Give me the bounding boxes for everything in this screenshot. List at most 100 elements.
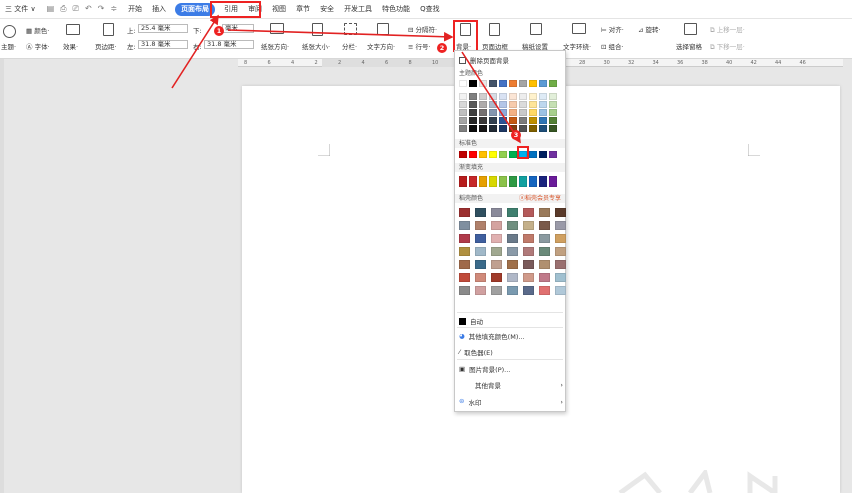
shell-color-swatch[interactable] — [555, 208, 566, 217]
theme-shade-swatch[interactable] — [499, 125, 507, 132]
other-background-item[interactable]: 其他背景 › — [459, 380, 563, 390]
gradient-swatch[interactable] — [479, 176, 487, 187]
shell-color-swatch[interactable] — [507, 260, 518, 269]
theme-shade-swatch[interactable] — [479, 117, 487, 124]
shell-color-swatch[interactable] — [507, 273, 518, 282]
search-box[interactable]: Q查找 — [415, 0, 445, 19]
standard-color-swatch[interactable] — [549, 151, 557, 158]
eyedropper-item[interactable]: ⁄ 取色器(E) — [459, 347, 493, 357]
margins-icon[interactable] — [103, 23, 114, 36]
theme-shade-swatch[interactable] — [539, 125, 547, 132]
theme-shade-swatch[interactable] — [479, 101, 487, 108]
gradient-swatch[interactable] — [489, 176, 497, 187]
theme-shade-swatch[interactable] — [499, 109, 507, 116]
theme-shade-swatch[interactable] — [509, 117, 517, 124]
redo-icon[interactable]: ↷ — [98, 4, 105, 14]
paper-size-icon[interactable] — [312, 23, 323, 36]
shell-color-swatch[interactable] — [523, 221, 534, 230]
tab-home[interactable]: 开始 — [123, 0, 147, 19]
selection-pane-button[interactable]: 选择窗格 — [676, 41, 702, 51]
shell-color-swatch[interactable] — [539, 221, 550, 230]
margins-button[interactable]: 页边距· — [95, 41, 117, 51]
shell-color-swatch[interactable] — [475, 247, 486, 256]
gradient-swatch[interactable] — [519, 176, 527, 187]
shell-color-swatch[interactable] — [523, 247, 534, 256]
theme-shade-swatch[interactable] — [539, 117, 547, 124]
theme-shade-swatch[interactable] — [459, 125, 467, 132]
more-icon[interactable]: ≑ — [110, 4, 117, 14]
theme-shade-swatch[interactable] — [499, 117, 507, 124]
shell-color-swatch[interactable] — [475, 260, 486, 269]
shell-color-swatch[interactable] — [507, 286, 518, 295]
colors-button[interactable]: ▦ 颜色· — [26, 25, 49, 35]
shell-color-swatch[interactable] — [491, 234, 502, 243]
shell-color-swatch[interactable] — [539, 234, 550, 243]
theme-shade-swatch[interactable] — [479, 93, 487, 100]
shell-color-swatch[interactable] — [555, 234, 566, 243]
theme-shade-swatch[interactable] — [489, 109, 497, 116]
fonts-button[interactable]: Ⓐ 字体· — [26, 41, 50, 51]
shell-color-swatch[interactable] — [539, 273, 550, 282]
theme-shade-swatch[interactable] — [509, 101, 517, 108]
standard-color-swatch[interactable] — [539, 151, 547, 158]
theme-shade-swatch[interactable] — [539, 93, 547, 100]
theme-shade-swatch[interactable] — [469, 125, 477, 132]
theme-shade-swatch[interactable] — [529, 125, 537, 132]
group-button[interactable]: ⊡ 组合· — [601, 41, 624, 51]
rotate-button[interactable]: ⊿ 旋转· — [638, 24, 661, 34]
theme-shade-swatch[interactable] — [519, 109, 527, 116]
line-numbers-button[interactable]: ≡ 行号· — [408, 41, 431, 51]
theme-shade-swatch[interactable] — [519, 101, 527, 108]
shell-color-swatch[interactable] — [539, 247, 550, 256]
shell-color-swatch[interactable] — [459, 234, 470, 243]
shell-color-swatch[interactable] — [523, 286, 534, 295]
columns-button[interactable]: 分栏· — [342, 41, 357, 51]
shell-color-swatch[interactable] — [523, 208, 534, 217]
shell-color-swatch[interactable] — [507, 234, 518, 243]
shell-color-swatch[interactable] — [491, 273, 502, 282]
theme-shade-swatch[interactable] — [489, 125, 497, 132]
remove-background-item[interactable]: 删除页面背景 — [459, 55, 509, 65]
shell-color-swatch[interactable] — [555, 247, 566, 256]
theme-shade-swatch[interactable] — [489, 93, 497, 100]
theme-color-swatch[interactable] — [489, 80, 497, 87]
effects-icon[interactable] — [66, 24, 80, 35]
theme-icon[interactable] — [3, 25, 16, 38]
shell-color-swatch[interactable] — [523, 260, 534, 269]
gradient-swatch[interactable] — [499, 176, 507, 187]
theme-shade-swatch[interactable] — [479, 109, 487, 116]
align-button[interactable]: ⊨ 对齐· — [601, 24, 624, 34]
shell-color-swatch[interactable] — [459, 247, 470, 256]
theme-shade-swatch[interactable] — [549, 109, 557, 116]
send-backward-button[interactable]: ⧉ 下移一层· — [710, 41, 745, 52]
shell-color-swatch[interactable] — [491, 260, 502, 269]
columns-icon[interactable] — [344, 23, 357, 35]
shell-color-swatch[interactable] — [507, 221, 518, 230]
shell-color-swatch[interactable] — [539, 260, 550, 269]
theme-shade-swatch[interactable] — [489, 117, 497, 124]
gradient-swatch[interactable] — [529, 176, 537, 187]
theme-shade-swatch[interactable] — [529, 109, 537, 116]
selection-pane-icon[interactable] — [684, 23, 697, 35]
tab-view[interactable]: 视图 — [267, 0, 291, 19]
shell-color-swatch[interactable] — [459, 286, 470, 295]
file-menu[interactable]: 三 文件 ∨ — [0, 0, 41, 19]
theme-color-swatch[interactable] — [459, 80, 467, 87]
theme-shade-swatch[interactable] — [509, 109, 517, 116]
shell-color-swatch[interactable] — [475, 208, 486, 217]
theme-shade-swatch[interactable] — [539, 101, 547, 108]
shell-color-swatch[interactable] — [491, 221, 502, 230]
theme-shade-swatch[interactable] — [519, 117, 527, 124]
more-fill-colors-item[interactable]: ◕ 其他填充颜色(M)... — [459, 331, 525, 341]
page-border-icon[interactable] — [489, 23, 500, 36]
theme-shade-swatch[interactable] — [549, 101, 557, 108]
theme-shade-swatch[interactable] — [509, 93, 517, 100]
tab-developer[interactable]: 开发工具 — [339, 0, 377, 19]
standard-color-swatch[interactable] — [509, 151, 517, 158]
tab-security[interactable]: 安全 — [315, 0, 339, 19]
theme-shade-swatch[interactable] — [459, 117, 467, 124]
standard-color-swatch[interactable] — [489, 151, 497, 158]
shell-color-swatch[interactable] — [539, 208, 550, 217]
theme-shade-swatch[interactable] — [469, 93, 477, 100]
theme-shade-swatch[interactable] — [519, 125, 527, 132]
